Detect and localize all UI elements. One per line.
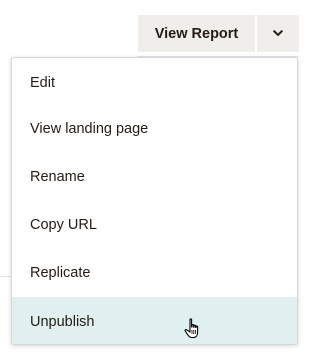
hand-pointer-icon	[184, 318, 202, 340]
view-report-split-button: View Report	[138, 15, 299, 52]
menu-item-unpublish[interactable]: Unpublish	[12, 297, 297, 344]
chevron-down-icon	[273, 30, 283, 37]
menu-item-rename[interactable]: Rename	[12, 153, 297, 201]
menu-item-replicate[interactable]: Replicate	[12, 249, 297, 297]
actions-dropdown-toggle[interactable]	[257, 15, 299, 52]
menu-item-edit[interactable]: Edit	[12, 58, 297, 105]
actions-dropdown-menu: Edit View landing page Rename Copy URL R…	[11, 57, 298, 345]
view-report-button[interactable]: View Report	[138, 15, 255, 52]
menu-item-view-landing-page[interactable]: View landing page	[12, 105, 297, 153]
menu-item-copy-url[interactable]: Copy URL	[12, 201, 297, 249]
page: View Report Edit View landing page Renam…	[0, 0, 313, 363]
